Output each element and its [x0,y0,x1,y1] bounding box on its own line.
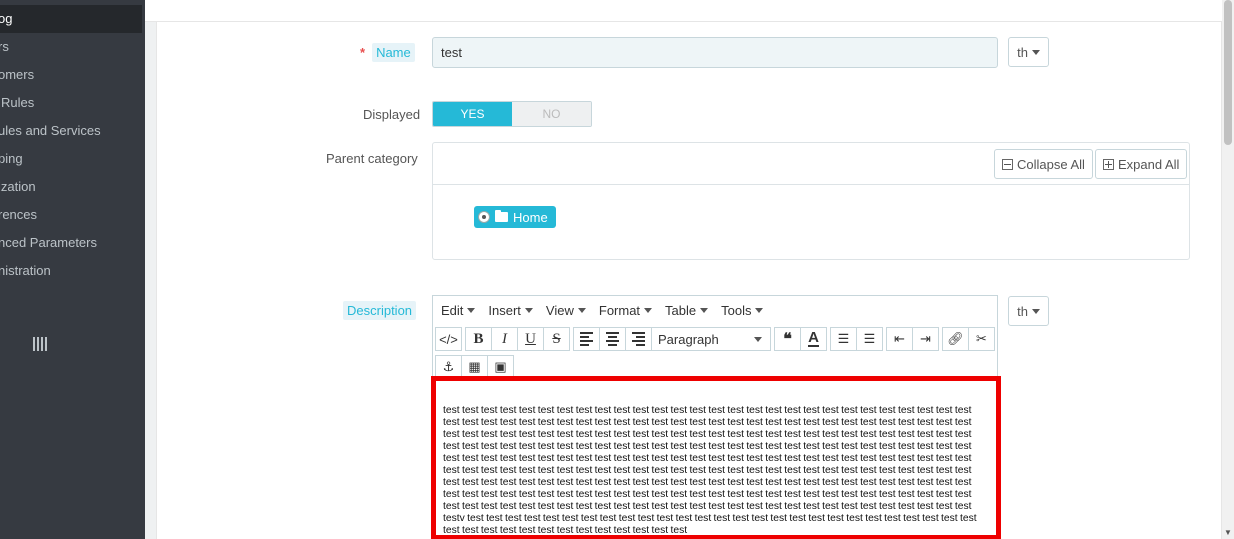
text-color-icon[interactable]: A [800,327,827,351]
sidebar-item-preferences[interactable]: rences [0,201,145,229]
strikethrough-icon[interactable]: S [543,327,570,351]
page-scrollbar[interactable]: ▼ [1222,0,1234,539]
name-language-dropdown[interactable]: th [1008,37,1049,67]
numbered-list-icon[interactable]: ☰ [856,327,883,351]
top-bar [145,0,1222,22]
displayed-switch[interactable]: YES NO [432,101,592,127]
italic-icon[interactable]: I [491,327,518,351]
bold-icon[interactable]: B [465,327,492,351]
caret-down-icon [524,307,533,313]
tree-node-home[interactable]: Home [474,206,556,228]
editor-toolbar-row-1: </> B I U S Paragraph ❝ A ☰ ☰ ⇤ ⇥ 🔗︎ ✂ [435,327,995,353]
parent-category-label: Parent category [326,151,418,166]
menu-tools[interactable]: Tools [721,303,764,318]
caret-down-icon [754,336,762,342]
sidebar-item-shipping[interactable]: ping [0,145,145,173]
plus-square-icon [1103,158,1114,170]
displayed-label: Displayed [363,107,421,122]
caret-down-icon [755,307,764,313]
menu-insert[interactable]: Insert [488,303,533,318]
format-select[interactable]: Paragraph [651,327,771,351]
unlink-icon[interactable]: ✂ [968,327,995,351]
scroll-down-icon[interactable]: ▼ [1224,528,1232,537]
category-tree-header: Collapse All Expand All [433,143,1189,185]
category-tree: Collapse All Expand All Home [432,142,1190,260]
sidebar-item-modules[interactable]: ules and Services [0,117,145,145]
name-label: * Name [360,43,415,62]
displayed-yes[interactable]: YES [433,102,512,126]
underline-icon[interactable]: U [517,327,544,351]
link-icon[interactable]: 🔗︎ [942,327,969,351]
caret-down-icon [1031,308,1040,314]
align-left-icon[interactable] [573,327,600,351]
menu-edit[interactable]: Edit [441,303,476,318]
editor-content-area[interactable]: test test test test test test test test … [431,376,1001,539]
sidebar-item-orders[interactable]: rs [0,33,145,61]
caret-down-icon [1031,49,1040,55]
editor-paragraph: test test test test test test test test … [443,405,977,536]
align-right-icon[interactable] [625,327,652,351]
sidebar-item-advanced-parameters[interactable]: nced Parameters [0,229,145,257]
sidebar-item-price-rules[interactable]: Rules [0,89,145,117]
bars-vertical-icon[interactable] [33,337,47,353]
radio-icon[interactable] [478,211,490,223]
menu-view[interactable]: View [546,303,586,318]
caret-down-icon [467,307,476,313]
caret-down-icon [644,307,653,313]
expand-all-button[interactable]: Expand All [1095,149,1188,179]
description-language-dropdown[interactable]: th [1008,296,1049,326]
align-center-icon[interactable] [599,327,626,351]
outdent-icon[interactable]: ⇤ [886,327,913,351]
description-label: Description [343,301,417,320]
caret-down-icon [700,307,709,313]
collapse-all-button[interactable]: Collapse All [994,149,1093,179]
editor-menubar: Edit Insert View Format Table Tools [433,296,997,324]
menu-format[interactable]: Format [599,303,653,318]
sidebar: og rs omers Rules ules and Services ping… [0,0,145,539]
sidebar-item-catalog[interactable]: og [0,5,142,33]
name-input[interactable]: test [432,37,998,68]
minus-square-icon [1002,158,1013,170]
sidebar-item-administration[interactable]: nistration [0,257,145,285]
displayed-no[interactable]: NO [512,102,591,126]
indent-icon[interactable]: ⇥ [912,327,939,351]
sidebar-item-customers[interactable]: omers [0,61,145,89]
source-code-icon[interactable]: </> [435,327,462,351]
sidebar-item-localization[interactable]: ization [0,173,145,201]
rich-text-editor: Edit Insert View Format Table Tools </> … [431,295,1001,539]
blockquote-icon[interactable]: ❝ [774,327,801,351]
menu-table[interactable]: Table [665,303,709,318]
folder-icon [495,210,508,222]
caret-down-icon [577,307,586,313]
scrollbar-thumb[interactable] [1224,0,1232,145]
bullet-list-icon[interactable]: ☰ [830,327,857,351]
